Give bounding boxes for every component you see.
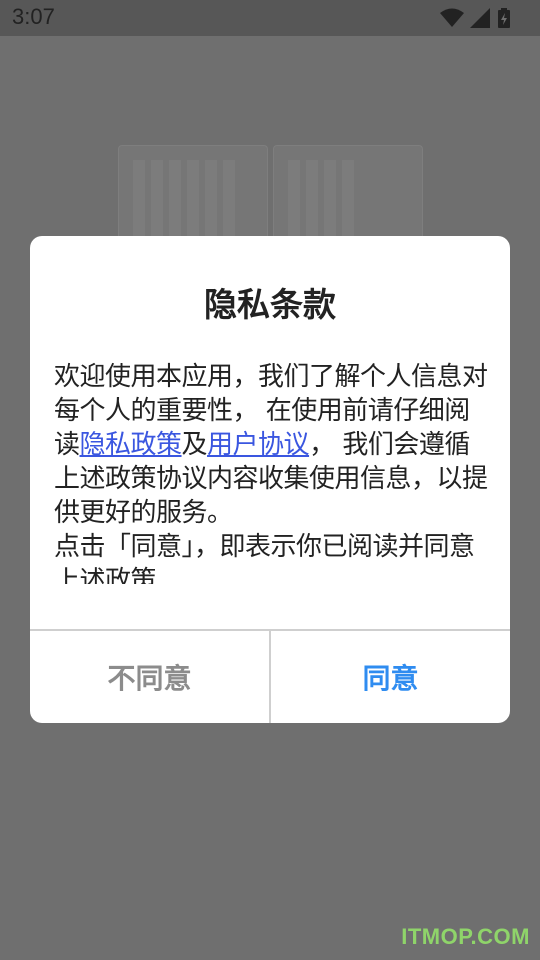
disagree-button[interactable]: 不同意	[30, 631, 269, 723]
body-text: 及	[181, 430, 208, 460]
status-bar: 3:07	[0, 0, 540, 36]
dialog-body[interactable]: 欢迎使用本应用，我们了解个人信息对每个人的重要性， 在使用前请仔细阅读隐私政策及…	[54, 360, 494, 584]
user-agreement-link[interactable]: 用户协议	[207, 430, 310, 460]
privacy-policy-link[interactable]: 隐私政策	[80, 430, 183, 460]
battery-icon	[498, 8, 510, 28]
dialog-title: 隐私条款	[204, 285, 336, 324]
watermark-logo: ITMOP.COM	[401, 924, 530, 949]
agree-button[interactable]: 同意	[271, 631, 510, 723]
wifi-icon	[440, 8, 464, 27]
signal-icon	[470, 8, 490, 28]
body-text: 点击「同意」，即表示你已阅读并同意上述政策	[54, 532, 475, 584]
status-time: 3:07	[12, 4, 55, 29]
